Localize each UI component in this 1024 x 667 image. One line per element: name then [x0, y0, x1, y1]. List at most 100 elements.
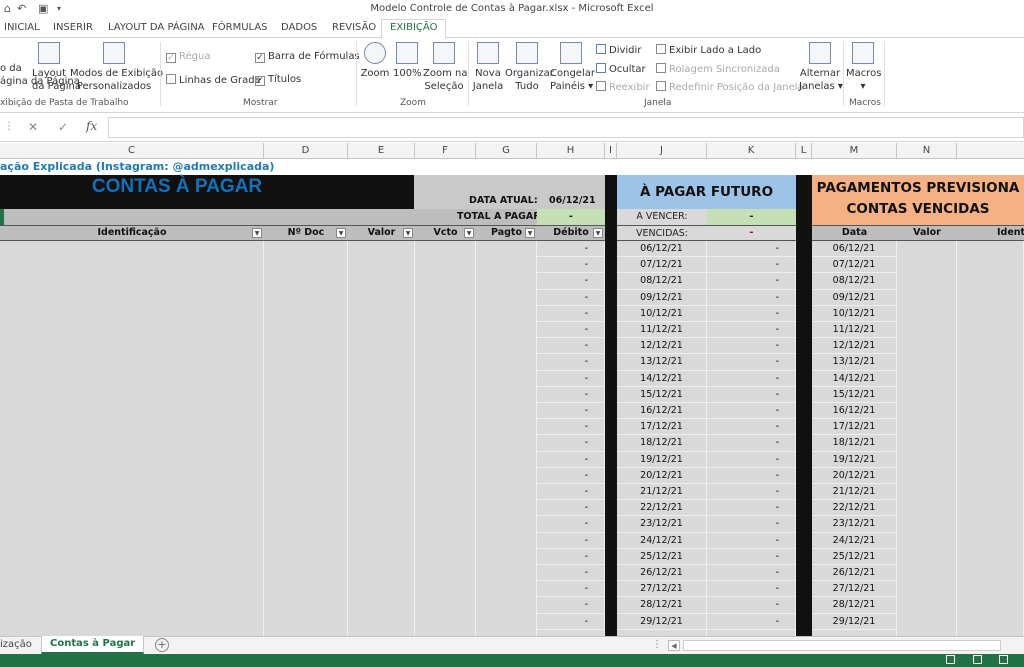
futuro-value-cell[interactable]: - [707, 387, 795, 403]
column-debito[interactable]: ------------------------ [537, 241, 605, 636]
reset-position-button[interactable]: Redefinir Posição da Janela [656, 81, 804, 93]
futuro-value-cell[interactable]: - [707, 484, 795, 501]
scroll-left-icon[interactable]: ◀ [668, 640, 680, 651]
prev-date-cell[interactable]: 10/12/21 [812, 306, 896, 322]
prev-date-cell[interactable]: 25/12/21 [812, 549, 896, 565]
split-button[interactable]: Dividir [596, 44, 641, 56]
debito-cell[interactable]: - [537, 516, 604, 533]
debito-cell[interactable]: - [537, 614, 604, 630]
futuro-date-cell[interactable]: 20/12/21 [617, 468, 706, 484]
futuro-value-cell[interactable]: - [707, 241, 795, 258]
debito-cell[interactable]: - [537, 533, 604, 549]
futuro-date-cell[interactable]: 14/12/21 [617, 371, 706, 387]
filter-dropdown-icon[interactable]: ▼ [525, 228, 535, 238]
futuro-value-cell[interactable]: - [707, 468, 795, 484]
debito-cell[interactable]: - [537, 500, 604, 517]
prev-date-cell[interactable]: 22/12/21 [812, 500, 896, 517]
futuro-date-cell[interactable]: 22/12/21 [617, 500, 706, 517]
futuro-date-cell[interactable]: 21/12/21 [617, 484, 706, 501]
hide-button[interactable]: Ocultar [596, 63, 646, 75]
tab-inicial[interactable]: INICIAL [4, 22, 40, 33]
futuro-value-cell[interactable]: - [707, 581, 795, 598]
prev-date-cell[interactable]: 29/12/21 [812, 614, 896, 630]
column-futuro-date[interactable]: 06/12/21 07/12/21 08/12/21 09/12/21 10/12/21… [617, 241, 707, 636]
column-header-d[interactable]: D [264, 143, 348, 159]
futuro-date-cell[interactable]: 10/12/21 [617, 306, 706, 322]
prev-date-cell[interactable]: 28/12/21 [812, 597, 896, 614]
prev-date-cell[interactable]: 13/12/21 [812, 354, 896, 371]
tab-revisao[interactable]: REVISÃO [332, 22, 376, 33]
futuro-date-cell[interactable]: 28/12/21 [617, 597, 706, 614]
futuro-value-cell[interactable]: - [707, 500, 795, 517]
debito-cell[interactable]: - [537, 387, 604, 403]
debito-cell[interactable]: - [537, 597, 604, 614]
futuro-value-cell[interactable]: - [707, 565, 795, 582]
tab-inserir[interactable]: INSERIR [53, 22, 93, 33]
futuro-date-cell[interactable]: 18/12/21 [617, 435, 706, 452]
debito-cell[interactable]: - [537, 322, 604, 339]
switch-windows-button[interactable]: Alternar Janelas ▾ [799, 42, 843, 93]
column-header-i[interactable]: I [605, 143, 617, 159]
prev-date-cell[interactable]: 24/12/21 [812, 533, 896, 549]
column-header-n[interactable]: N [897, 143, 957, 159]
prev-date-cell[interactable]: 23/12/21 [812, 516, 896, 533]
column-header-c[interactable]: C [0, 143, 264, 159]
custom-views-button[interactable]: Modos de Exibição Personalizados [70, 42, 163, 93]
column-header-g[interactable]: G [476, 143, 537, 159]
futuro-date-cell[interactable]: 13/12/21 [617, 354, 706, 371]
horizontal-scrollbar[interactable] [683, 640, 1001, 651]
freeze-panes-button[interactable]: Congelar Painéis ▾ [550, 42, 595, 93]
debito-cell[interactable]: - [537, 484, 604, 501]
futuro-date-cell[interactable]: 26/12/21 [617, 565, 706, 582]
column-futuro-value[interactable]: ------------------------ [707, 241, 796, 636]
zoom-100-button[interactable]: 100% [393, 42, 422, 80]
futuro-date-cell[interactable]: 27/12/21 [617, 581, 706, 598]
debito-cell[interactable]: - [537, 306, 604, 322]
column-vcto[interactable] [415, 241, 476, 636]
filter-dropdown-icon[interactable]: ▼ [252, 228, 262, 238]
futuro-value-cell[interactable]: - [707, 419, 795, 436]
futuro-value-cell[interactable]: - [707, 549, 795, 565]
futuro-date-cell[interactable]: 11/12/21 [617, 322, 706, 339]
futuro-date-cell[interactable]: 25/12/21 [617, 549, 706, 565]
debito-cell[interactable]: - [537, 452, 604, 468]
sheet-tab-previous[interactable]: ização [0, 639, 32, 650]
gridlines-checkbox[interactable]: Linhas de Grade [166, 74, 261, 86]
prev-date-cell[interactable]: 26/12/21 [812, 565, 896, 582]
prev-date-cell[interactable]: 09/12/21 [812, 290, 896, 306]
debito-cell[interactable]: - [537, 241, 604, 258]
futuro-value-cell[interactable]: - [707, 290, 795, 306]
regua-checkbox[interactable]: ✓ Régua [166, 51, 210, 63]
futuro-value-cell[interactable]: - [707, 516, 795, 533]
add-sheet-icon[interactable]: + [155, 638, 169, 652]
futuro-date-cell[interactable]: 07/12/21 [617, 257, 706, 274]
futuro-date-cell[interactable]: 06/12/21 [617, 241, 706, 258]
prev-date-cell[interactable]: 27/12/21 [812, 581, 896, 598]
arrange-all-button[interactable]: Organizar Tudo [505, 42, 554, 93]
debito-cell[interactable]: - [537, 565, 604, 582]
futuro-value-cell[interactable]: - [707, 533, 795, 549]
futuro-value-cell[interactable]: - [707, 597, 795, 614]
prev-date-cell[interactable]: 18/12/21 [812, 435, 896, 452]
futuro-date-cell[interactable]: 09/12/21 [617, 290, 706, 306]
futuro-value-cell[interactable]: - [707, 257, 795, 274]
futuro-date-cell[interactable]: 19/12/21 [617, 452, 706, 468]
formula-bar-checkbox[interactable]: ✓ Barra de Fórmulas [255, 51, 360, 63]
filter-dropdown-icon[interactable]: ▼ [336, 228, 346, 238]
normal-view-icon[interactable] [946, 655, 955, 664]
prev-date-cell[interactable]: 07/12/21 [812, 257, 896, 274]
tab-exibicao[interactable]: EXIBIÇÃO [381, 19, 447, 39]
debito-cell[interactable]: - [537, 371, 604, 387]
sync-scroll-button[interactable]: Rolagem Sincronizada [656, 63, 780, 75]
prev-date-cell[interactable]: 06/12/21 [812, 241, 896, 258]
zoom-selection-button[interactable]: Zoom na Seleção [423, 42, 467, 93]
column-identificacao[interactable] [0, 241, 264, 636]
debito-cell[interactable]: - [537, 468, 604, 484]
prev-date-cell[interactable]: 19/12/21 [812, 452, 896, 468]
debito-cell[interactable]: - [537, 273, 604, 290]
prev-date-cell[interactable]: 14/12/21 [812, 371, 896, 387]
normal-view-button[interactable]: o da ágina da Página [0, 62, 80, 88]
column-header-h[interactable]: H [537, 143, 605, 159]
column-header-k[interactable]: K [707, 143, 796, 159]
futuro-value-cell[interactable]: - [707, 354, 795, 371]
